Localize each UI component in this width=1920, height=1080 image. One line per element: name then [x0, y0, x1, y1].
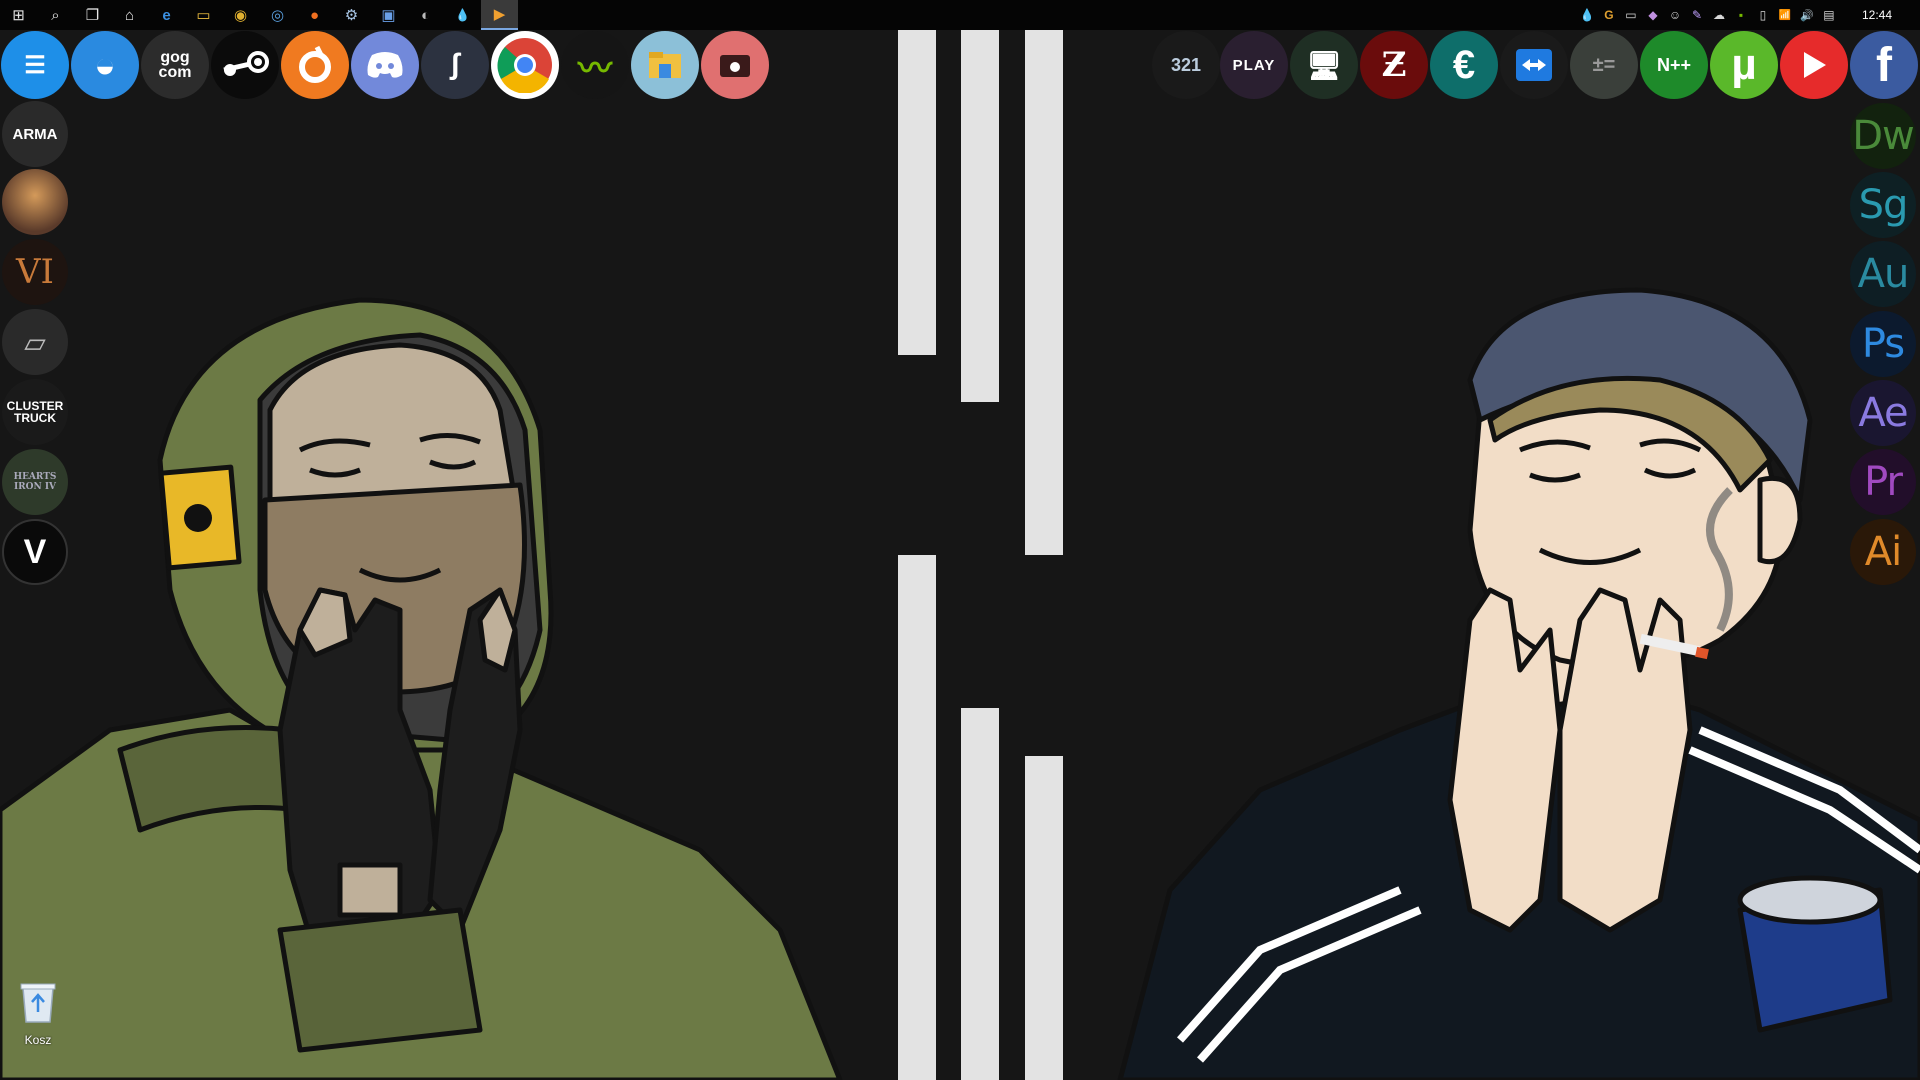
- steam-icon: ⚙: [344, 7, 359, 24]
- photoshop-app-icon[interactable]: Ps: [1850, 311, 1916, 377]
- steam-dock-icon[interactable]: [211, 31, 279, 99]
- facebook-dock-icon[interactable]: f: [1850, 31, 1918, 99]
- start-button[interactable]: ⊞: [0, 0, 37, 30]
- dogtag-game-icon[interactable]: ▱: [2, 309, 68, 375]
- premiere-app-icon[interactable]: Pr: [1850, 449, 1916, 515]
- media-player-button[interactable]: ▶: [481, 0, 518, 30]
- gamepad-folder-icon: [720, 55, 750, 77]
- monitor-dock-icon[interactable]: 🖥: [1290, 31, 1358, 99]
- task-view-button[interactable]: ❐: [74, 0, 111, 30]
- store-button[interactable]: ⌂: [111, 0, 148, 30]
- search-icon: ⌕: [51, 6, 60, 24]
- utorrent-dock-icon[interactable]: µ: [1710, 31, 1778, 99]
- steam-icon: [223, 51, 269, 76]
- chrome-button[interactable]: ◉: [222, 0, 259, 30]
- teamviewer-dock-icon[interactable]: [1500, 31, 1568, 99]
- dreamweaver-app-icon[interactable]: Dw: [1850, 103, 1916, 169]
- chrome-icon: ◉: [233, 7, 248, 24]
- speedgrade-app-icon[interactable]: Sg: [1850, 172, 1916, 238]
- explorer-dock-icon[interactable]: [631, 31, 699, 99]
- chrome-icon: [497, 38, 552, 93]
- battlefield-game-icon[interactable]: [2, 169, 68, 235]
- remote-icon: ▣: [381, 7, 396, 24]
- network-icon[interactable]: 📶: [1774, 0, 1796, 30]
- wallpaper: [0, 30, 1920, 1080]
- hearts-of-iron-game-icon[interactable]: HEARTS IRON IV: [2, 449, 68, 515]
- gog-dock-icon[interactable]: gog com: [141, 31, 209, 99]
- tray-gem-icon[interactable]: ◆: [1642, 0, 1664, 30]
- gta-game-icon[interactable]: V: [2, 519, 68, 585]
- remote-button[interactable]: ▣: [370, 0, 407, 30]
- desktop: ⊞ ⌕ ❐ ⌂ e ▭ ◉ ◎ ● ⚙ ▣ ◐ 💧 ▶ 💧 G ▭ ◆ ☺ ✎ …: [0, 0, 1920, 1080]
- tray-g-icon[interactable]: G: [1598, 0, 1620, 30]
- games-folder-dock-icon[interactable]: [701, 31, 769, 99]
- discord-dock-icon[interactable]: [351, 31, 419, 99]
- recycle-bin[interactable]: Kosz: [12, 980, 64, 1047]
- discord-icon: [367, 52, 403, 78]
- edge-button[interactable]: e: [148, 0, 185, 30]
- counter-dock-icon[interactable]: 321: [1152, 31, 1220, 99]
- play-icon: [1804, 52, 1826, 78]
- tray-usb-icon[interactable]: ▯: [1752, 0, 1774, 30]
- nvidia-dock-icon[interactable]: 〰: [561, 31, 629, 99]
- taskbar: ⊞ ⌕ ❐ ⌂ e ▭ ◉ ◎ ● ⚙ ▣ ◐ 💧 ▶ 💧 G ▭ ◆ ☺ ✎ …: [0, 0, 1920, 30]
- file-explorer-button[interactable]: ▭: [185, 0, 222, 30]
- launcher-menu-icon[interactable]: ☰: [1, 31, 69, 99]
- recycle-bin-icon: [20, 983, 56, 1023]
- civilization-game-icon[interactable]: VI: [2, 239, 68, 305]
- origin-button[interactable]: ●: [296, 0, 333, 30]
- wallpaper-art: [0, 30, 1920, 1080]
- ccleaner-dock-icon[interactable]: €: [1430, 31, 1498, 99]
- chrome-dock-icon[interactable]: [491, 31, 559, 99]
- taskbar-clock[interactable]: 12:44: [1840, 8, 1906, 22]
- tray-drop-icon[interactable]: 💧: [1576, 0, 1598, 30]
- app-icon: ◐: [420, 6, 431, 24]
- uplay-button[interactable]: ◎: [259, 0, 296, 30]
- origin-icon: ●: [309, 6, 320, 24]
- filezilla-dock-icon[interactable]: Ƶ: [1360, 31, 1428, 99]
- tray-pen-icon[interactable]: ✎: [1686, 0, 1708, 30]
- notepad-plus-dock-icon[interactable]: N++: [1640, 31, 1708, 99]
- folder-icon: [649, 52, 681, 78]
- youtube-dock-icon[interactable]: [1780, 31, 1848, 99]
- edge-icon: e: [162, 6, 171, 24]
- tray-nvidia-icon[interactable]: ▪: [1730, 0, 1752, 30]
- audition-app-icon[interactable]: Au: [1850, 241, 1916, 307]
- origin-dock-icon[interactable]: [281, 31, 349, 99]
- app-button[interactable]: ◐: [407, 0, 444, 30]
- arma-game-icon[interactable]: ARMA: [2, 101, 68, 167]
- steam-button[interactable]: ⚙: [333, 0, 370, 30]
- search-button[interactable]: ⌕: [37, 0, 74, 30]
- uplay-dock-icon[interactable]: ◒: [71, 31, 139, 99]
- task-view-icon: ❐: [85, 7, 100, 24]
- origin-icon: [299, 45, 331, 83]
- notification-icon[interactable]: ▤: [1818, 0, 1840, 30]
- recycle-bin-label: Kosz: [24, 1033, 52, 1047]
- folder-icon: ▭: [196, 7, 211, 24]
- uplay-icon: ◎: [270, 7, 285, 24]
- tray-face-icon[interactable]: ☺: [1664, 0, 1686, 30]
- clustertruck-game-icon[interactable]: CLUSTER TRUCK: [2, 379, 68, 445]
- tray-monitor-icon[interactable]: ▭: [1620, 0, 1642, 30]
- volume-icon[interactable]: 🔊: [1796, 0, 1818, 30]
- media-player-icon: ▶: [493, 6, 506, 23]
- windows-icon: ⊞: [12, 7, 25, 24]
- teamviewer-icon: [1516, 49, 1552, 81]
- system-tray: 💧 G ▭ ◆ ☺ ✎ ☁ ▪ ▯ 📶 🔊 ▤ 12:44: [1576, 0, 1920, 30]
- store-icon: ⌂: [124, 6, 135, 24]
- illustrator-app-icon[interactable]: Ai: [1850, 519, 1916, 585]
- taskbar-pinned: ⊞ ⌕ ❐ ⌂ e ▭ ◉ ◎ ● ⚙ ▣ ◐ 💧 ▶: [0, 0, 518, 30]
- tray-cloud-icon[interactable]: ☁: [1708, 0, 1730, 30]
- play-dock-icon[interactable]: PLAY: [1220, 31, 1288, 99]
- calculator-dock-icon[interactable]: ±=: [1570, 31, 1638, 99]
- audio-app-dock-icon[interactable]: ʃ: [421, 31, 489, 99]
- drop-icon: 💧: [455, 8, 470, 22]
- drop-button[interactable]: 💧: [444, 0, 481, 30]
- after-effects-app-icon[interactable]: Ae: [1850, 380, 1916, 446]
